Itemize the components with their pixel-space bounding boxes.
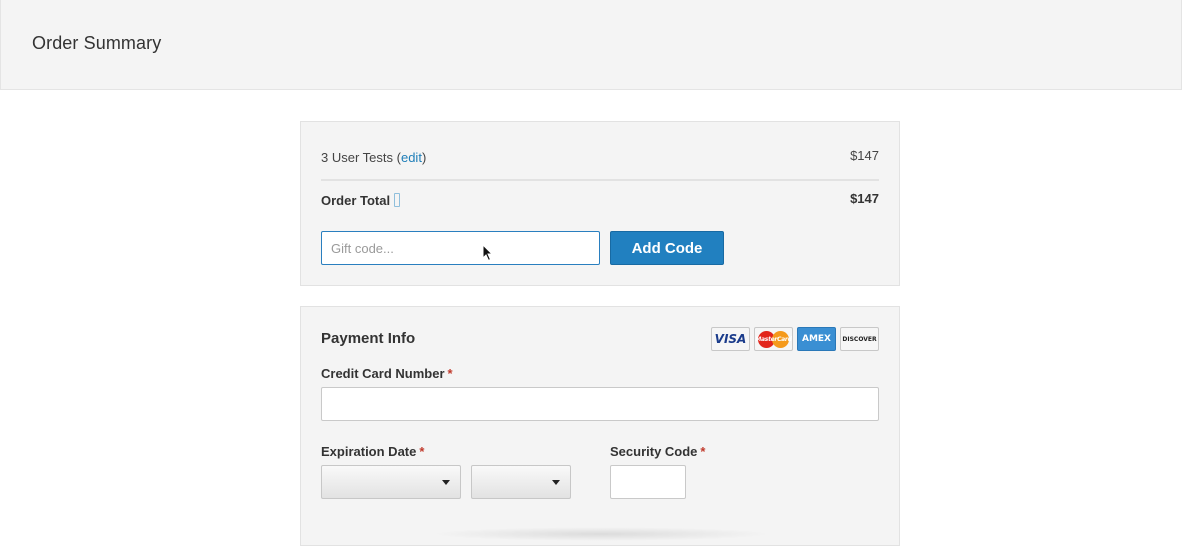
- order-total: Order Total: [321, 193, 401, 208]
- discover-card-label: DISCOVER: [842, 335, 877, 343]
- line-item-price: $147: [850, 148, 879, 163]
- accepted-cards: VISA MasterCard AMEX DISCOVER: [711, 327, 879, 351]
- payment-title: Payment Info: [321, 330, 416, 347]
- mastercard-label: MasterCard: [755, 335, 792, 343]
- required-marker: *: [447, 366, 453, 381]
- chevron-down-icon: [552, 480, 560, 485]
- expiration-date-label: Expiration Date *: [321, 444, 424, 459]
- info-icon[interactable]: [394, 193, 401, 207]
- security-code-label: Security Code *: [610, 444, 705, 459]
- visa-card-icon: VISA: [711, 327, 750, 351]
- page-header: Order Summary: [0, 0, 1182, 90]
- required-marker: *: [700, 444, 706, 459]
- expiration-year-select[interactable]: [471, 465, 571, 499]
- credit-card-number-label-text: Credit Card Number: [321, 366, 445, 381]
- order-total-price: $147: [850, 191, 879, 206]
- page-title: Order Summary: [32, 33, 162, 53]
- expiration-date-label-text: Expiration Date: [321, 444, 417, 459]
- visa-card-label: VISA: [714, 332, 747, 346]
- mastercard-icon: MasterCard: [754, 327, 793, 351]
- chevron-down-icon: [442, 480, 450, 485]
- submit-area-shadow: [431, 527, 771, 541]
- amex-card-icon: AMEX: [797, 327, 836, 351]
- security-code-input[interactable]: [610, 465, 686, 499]
- order-total-label: Order Total: [321, 193, 391, 208]
- add-code-button[interactable]: Add Code: [610, 231, 724, 265]
- required-marker: *: [419, 444, 425, 459]
- order-summary-panel: 3 User Tests (edit) $147 Order Total $14…: [300, 121, 900, 286]
- edit-link[interactable]: edit: [401, 150, 422, 165]
- line-item: 3 User Tests (edit): [321, 150, 427, 165]
- divider: [321, 179, 879, 181]
- discover-card-icon: DISCOVER: [840, 327, 879, 351]
- gift-code-input[interactable]: [321, 231, 600, 265]
- credit-card-number-input[interactable]: [321, 387, 879, 421]
- payment-info-panel: Payment Info VISA MasterCard AMEX DISCOV…: [300, 306, 900, 546]
- mouse-cursor-icon: [482, 244, 494, 262]
- amex-card-label: AMEX: [801, 334, 831, 344]
- expiration-month-select[interactable]: [321, 465, 461, 499]
- security-code-label-text: Security Code: [610, 444, 698, 459]
- line-item-label: 3 User Tests: [321, 150, 394, 165]
- credit-card-number-label: Credit Card Number *: [321, 366, 453, 381]
